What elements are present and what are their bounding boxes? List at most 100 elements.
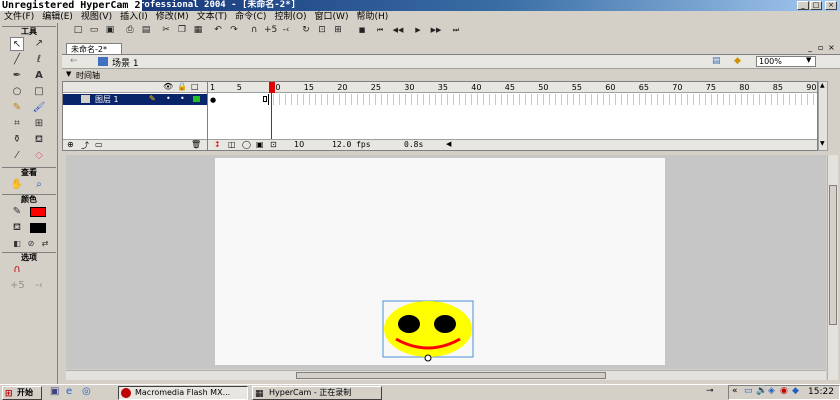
frame-span[interactable]: ● [208, 94, 269, 105]
stop-icon[interactable]: ■ [356, 24, 368, 36]
pencil-tool-icon[interactable]: ✎ [10, 101, 24, 115]
edit-scene-icon[interactable]: ▤ [712, 56, 721, 66]
menu-commands[interactable]: 命令(C) [231, 11, 270, 23]
onion-outline-icon[interactable]: ◯ [242, 140, 251, 149]
maximize-button[interactable]: □ [810, 1, 822, 10]
stage-hscroll[interactable] [66, 370, 826, 380]
onion-skin-icon[interactable]: ◫ [228, 140, 236, 149]
back-arrow-icon[interactable]: ← [70, 56, 78, 66]
oval-tool-icon[interactable]: ○ [10, 85, 24, 99]
print-icon[interactable]: ⎙ [124, 24, 136, 36]
tray-app2-icon[interactable]: ◉ [780, 386, 788, 396]
go-to-end-icon[interactable]: ⏭ [450, 24, 462, 36]
menu-modify[interactable]: 修改(M) [152, 11, 193, 23]
align-icon[interactable]: ⊞ [332, 24, 344, 36]
delete-layer-icon[interactable]: 🗑 [191, 140, 201, 149]
menu-help[interactable]: 帮助(H) [352, 11, 392, 23]
frame-ruler[interactable]: 1 5 10 15 20 25 30 35 40 45 50 55 60 65 70 75 80 85 90 [208, 82, 817, 93]
menu-insert[interactable]: 插入(I) [116, 11, 152, 23]
tray-monitor-icon[interactable]: ▭ [744, 386, 753, 396]
snap-icon[interactable]: ∩ [248, 24, 260, 36]
hand-tool-icon[interactable]: ✋ [10, 178, 24, 192]
edit-multiple-icon[interactable]: ▣ [256, 140, 264, 149]
timeline-collapse-icon[interactable]: ▼ [66, 70, 71, 78]
straighten-icon[interactable]: -‹ [280, 24, 292, 36]
fill-color-icon[interactable]: ⛾ [10, 221, 24, 235]
stroke-color-swatch[interactable] [30, 207, 46, 217]
onion-markers-icon[interactable]: ⊡ [270, 140, 277, 149]
taskbar-hypercam[interactable]: ▦ HyperCam - 正在录制 [252, 386, 382, 400]
visibility-dot-icon[interactable]: • [166, 94, 171, 103]
zoom-tool-icon[interactable]: ⌕ [32, 178, 46, 192]
scale-icon[interactable]: ⊡ [316, 24, 328, 36]
fill-transform-tool-icon[interactable]: ⊞ [32, 117, 46, 131]
swap-colors-icon[interactable]: ⇄ [38, 237, 52, 251]
outline-icon[interactable]: □ [191, 82, 199, 91]
playhead-marker[interactable] [269, 82, 275, 93]
pen-tool-icon[interactable]: ✒ [10, 69, 24, 83]
default-colors-icon[interactable]: ◧ [10, 237, 24, 251]
close-button[interactable]: × [825, 1, 837, 10]
menu-edit[interactable]: 编辑(E) [38, 11, 77, 23]
hscroll-thumb[interactable] [296, 372, 606, 379]
timeline-scroll-down-icon[interactable]: ▼ [820, 140, 825, 147]
menu-control[interactable]: 控制(O) [270, 11, 310, 23]
tray-app1-icon[interactable]: ◈ [768, 386, 775, 396]
edit-symbol-icon[interactable]: ◆ [734, 56, 741, 66]
tray-expand-icon[interactable]: « [732, 386, 738, 396]
timeline-vscroll[interactable]: ▲ ▼ [818, 81, 828, 151]
start-button[interactable]: ⊞ 开始 [2, 386, 42, 400]
rotate-icon[interactable]: ↻ [300, 24, 312, 36]
copy-icon[interactable]: ❐ [176, 24, 188, 36]
add-layer-icon[interactable]: ⊕ [67, 140, 74, 149]
zoom-dropdown-icon[interactable]: ▼ [806, 56, 811, 64]
rectangle-tool-icon[interactable]: □ [32, 85, 46, 99]
doc-close-icon[interactable]: × [828, 43, 835, 52]
paint-bucket-tool-icon[interactable]: ⛾ [32, 133, 46, 147]
eyedropper-tool-icon[interactable]: ⁄ [10, 149, 24, 163]
lock-icon[interactable]: 🔒 [177, 82, 187, 91]
doc-minimize-icon[interactable]: _ [808, 43, 812, 52]
scene-name[interactable]: 场景 1 [112, 56, 139, 69]
timeline-scroll-up-icon[interactable]: ▲ [820, 82, 825, 89]
quicklaunch-ie-icon[interactable]: e [66, 386, 72, 397]
layer-row[interactable]: 图层 1 ✎ • • [63, 94, 207, 105]
ink-bottle-tool-icon[interactable]: ⚱ [10, 133, 24, 147]
quicklaunch-explorer-icon[interactable]: ◎ [82, 386, 91, 397]
fill-color-swatch[interactable] [30, 223, 46, 233]
menu-file[interactable]: 文件(F) [0, 11, 38, 23]
arrow-tool-icon[interactable]: ↖ [10, 37, 24, 51]
smooth-icon[interactable]: +5 [264, 24, 277, 36]
line-tool-icon[interactable]: ╱ [10, 53, 24, 67]
save-icon[interactable]: ▣ [104, 24, 116, 36]
subselect-tool-icon[interactable]: ↗ [32, 37, 46, 51]
frame-row[interactable] [208, 94, 817, 105]
menu-view[interactable]: 视图(V) [77, 11, 116, 23]
stage-vscroll[interactable] [827, 155, 838, 380]
play-icon[interactable]: ▶ [412, 24, 424, 36]
transform-point[interactable] [424, 354, 432, 362]
doc-restore-icon[interactable]: ▫ [818, 43, 823, 52]
show-hide-icon[interactable]: 👁 [163, 82, 173, 91]
snap-magnet-icon[interactable]: ∩ [10, 263, 24, 277]
redo-icon[interactable]: ↷ [228, 24, 240, 36]
lock-dot-icon[interactable]: • [180, 94, 185, 103]
step-forward-icon[interactable]: ▶▶ [430, 24, 442, 36]
menu-text[interactable]: 文本(T) [193, 11, 232, 23]
brush-tool-icon[interactable]: 🖌 [32, 101, 46, 115]
print-preview-icon[interactable]: ▤ [140, 24, 152, 36]
outline-color-swatch[interactable] [193, 96, 200, 102]
vscroll-thumb[interactable] [829, 185, 837, 325]
left-eye[interactable] [398, 315, 420, 333]
menu-window[interactable]: 窗口(W) [311, 11, 353, 23]
no-color-icon[interactable]: ⊘ [24, 237, 38, 251]
center-frame-icon[interactable]: ↕ [214, 140, 221, 149]
tray-app3-icon[interactable]: ◆ [792, 386, 799, 396]
undo-icon[interactable]: ↶ [212, 24, 224, 36]
add-folder-icon[interactable]: ▭ [95, 140, 103, 149]
tray-volume-icon[interactable]: 🔊 [756, 386, 767, 396]
tray-network-icon[interactable]: ⊸ [706, 386, 714, 396]
stroke-color-icon[interactable]: ✎ [10, 205, 24, 219]
smooth-option-icon[interactable]: +5 [10, 279, 25, 293]
new-file-icon[interactable]: □ [72, 24, 84, 36]
